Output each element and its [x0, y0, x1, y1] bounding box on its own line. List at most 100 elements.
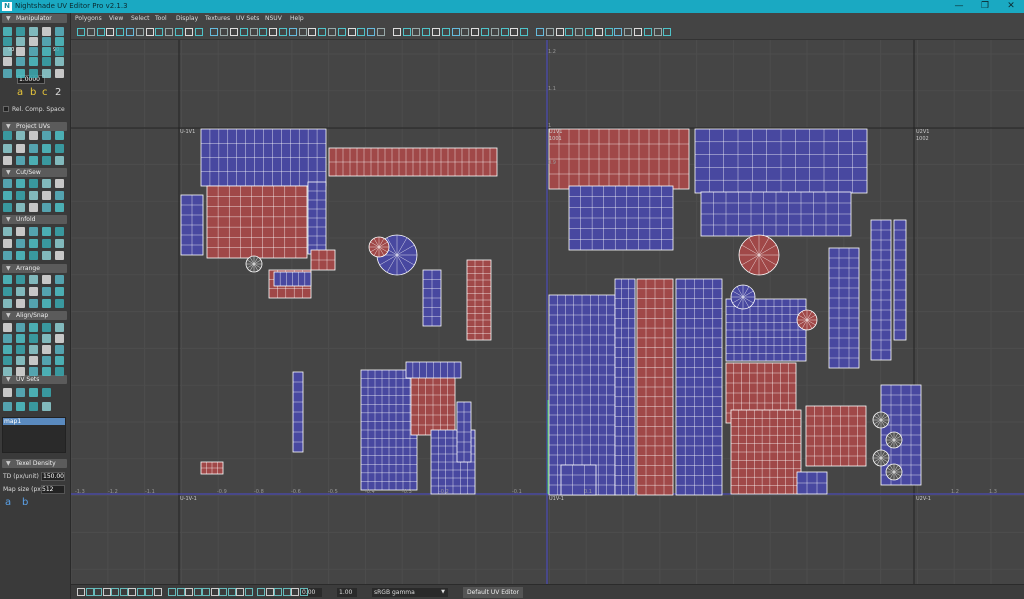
toolbar-tool-icon[interactable] — [249, 28, 258, 36]
toolbar-tool-icon[interactable] — [184, 28, 193, 36]
panel-tool-icon[interactable] — [42, 239, 51, 248]
panel-tool-icon[interactable] — [42, 131, 51, 140]
toolbar-tool-icon[interactable] — [653, 28, 662, 36]
panel-tool-icon[interactable] — [29, 131, 38, 140]
panel-tool-icon[interactable] — [55, 57, 64, 66]
toolbar-tool-icon[interactable] — [500, 28, 509, 36]
panel-tool-icon[interactable] — [29, 227, 38, 236]
editor-mode-button[interactable]: Default UV Editor — [463, 587, 523, 598]
panel-tool-icon[interactable] — [42, 57, 51, 66]
status-value2-input[interactable]: 1.00 — [337, 588, 357, 597]
toolbar-tool-icon[interactable] — [471, 28, 480, 36]
panel-tool-icon[interactable] — [3, 251, 12, 260]
menu-polygons[interactable]: Polygons — [75, 15, 102, 22]
panel-tool-icon[interactable] — [55, 37, 64, 46]
panel-tool-icon[interactable] — [3, 37, 12, 46]
panel-tool-icon[interactable] — [29, 69, 38, 78]
td-value-input[interactable] — [41, 472, 65, 481]
panel-tool-icon[interactable] — [29, 57, 38, 66]
menu-help[interactable]: Help — [290, 15, 304, 22]
toolbar-tool-icon[interactable] — [432, 28, 440, 36]
panel-tool-icon[interactable] — [42, 37, 51, 46]
toolbar-tool-icon[interactable] — [604, 28, 613, 36]
panel-tool-icon[interactable] — [3, 227, 12, 236]
toolbar-tool-icon[interactable] — [614, 28, 623, 36]
panel-tool-icon[interactable] — [42, 144, 51, 153]
panel-tool-icon[interactable] — [55, 239, 64, 248]
toolbar-tool-icon[interactable] — [145, 28, 154, 36]
status-tool-icon[interactable] — [265, 588, 274, 596]
restore-button[interactable]: ❐ — [972, 0, 998, 13]
toolbar-tool-icon[interactable] — [210, 28, 219, 36]
toolbar-tool-icon[interactable] — [77, 28, 85, 36]
panel-tool-icon[interactable] — [42, 47, 51, 56]
minimize-button[interactable]: — — [946, 0, 972, 13]
panel-tool-icon[interactable] — [55, 156, 64, 165]
status-tool-icon[interactable] — [236, 588, 244, 596]
panel-tool-icon[interactable] — [29, 156, 38, 165]
toolbar-tool-icon[interactable] — [165, 28, 174, 36]
toolbar-tool-icon[interactable] — [318, 28, 327, 36]
section-project-uvs[interactable]: ▼ Project UVs — [2, 122, 67, 131]
panel-tool-icon[interactable] — [29, 345, 38, 354]
status-tool-icon[interactable] — [119, 588, 128, 596]
status-tool-icon[interactable] — [136, 588, 145, 596]
toolbar-tool-icon[interactable] — [461, 28, 470, 36]
letter-c-button[interactable]: c — [42, 87, 48, 98]
panel-tool-icon[interactable] — [3, 191, 12, 200]
toolbar-tool-icon[interactable] — [555, 28, 564, 36]
panel-tool-icon[interactable] — [3, 299, 12, 308]
panel-tool-icon[interactable] — [3, 69, 12, 78]
panel-tool-icon[interactable] — [29, 239, 38, 248]
panel-tool-icon[interactable] — [16, 334, 25, 343]
panel-tool-icon[interactable] — [42, 227, 51, 236]
toolbar-tool-icon[interactable] — [545, 28, 554, 36]
status-tool-icon[interactable] — [219, 588, 227, 596]
status-tool-icon[interactable] — [77, 588, 85, 596]
panel-tool-icon[interactable] — [42, 367, 51, 376]
status-tool-icon[interactable] — [227, 588, 236, 596]
toolbar-tool-icon[interactable] — [328, 28, 336, 36]
panel-tool-icon[interactable] — [3, 367, 12, 376]
menu-nsuv[interactable]: NSUV — [265, 15, 282, 22]
panel-tool-icon[interactable] — [29, 27, 38, 36]
toolbar-tool-icon[interactable] — [392, 28, 401, 36]
status-tool-icon[interactable] — [282, 588, 291, 596]
status-tool-icon[interactable] — [210, 588, 219, 596]
toolbar-tool-icon[interactable] — [194, 28, 203, 36]
panel-tool-icon[interactable] — [3, 345, 12, 354]
section-uv-sets[interactable]: ▼ UV Sets — [2, 375, 67, 384]
panel-tool-icon[interactable] — [16, 203, 25, 212]
panel-tool-icon[interactable] — [3, 131, 12, 140]
status-tool-icon[interactable] — [176, 588, 185, 596]
section-align-snap[interactable]: ▼ Align/Snap — [2, 311, 67, 320]
count-2-button[interactable]: 2 — [55, 87, 61, 98]
panel-tool-icon[interactable] — [29, 275, 38, 284]
panel-tool-icon[interactable] — [16, 323, 25, 332]
panel-tool-icon[interactable] — [29, 287, 38, 296]
panel-tool-icon[interactable] — [29, 402, 38, 411]
status-tool-icon[interactable] — [168, 588, 176, 596]
section-cut-sew[interactable]: ▼ Cut/Sew — [2, 168, 67, 177]
toolbar-tool-icon[interactable] — [585, 28, 593, 36]
uv-viewport[interactable]: U-1V1 U1V1 1001 U2V1 1002 U-1V-1 U1V-1 U… — [71, 40, 1024, 584]
toolbar-tool-icon[interactable] — [565, 28, 574, 36]
panel-tool-icon[interactable] — [16, 227, 25, 236]
panel-tool-icon[interactable] — [16, 356, 25, 365]
panel-tool-icon[interactable] — [42, 191, 51, 200]
status-tool-icon[interactable] — [94, 588, 102, 596]
toolbar-tool-icon[interactable] — [634, 28, 642, 36]
panel-tool-icon[interactable] — [55, 345, 64, 354]
panel-tool-icon[interactable] — [55, 287, 64, 296]
toolbar-tool-icon[interactable] — [230, 28, 238, 36]
toolbar-tool-icon[interactable] — [643, 28, 652, 36]
panel-tool-icon[interactable] — [29, 179, 38, 188]
panel-tool-icon[interactable] — [16, 402, 25, 411]
menu-textures[interactable]: Textures — [205, 15, 230, 22]
td-set-button[interactable]: b — [22, 497, 28, 508]
toolbar-tool-icon[interactable] — [520, 28, 529, 36]
panel-tool-icon[interactable] — [16, 57, 25, 66]
toolbar-tool-icon[interactable] — [536, 28, 544, 36]
panel-tool-icon[interactable] — [3, 287, 12, 296]
panel-tool-icon[interactable] — [3, 334, 12, 343]
